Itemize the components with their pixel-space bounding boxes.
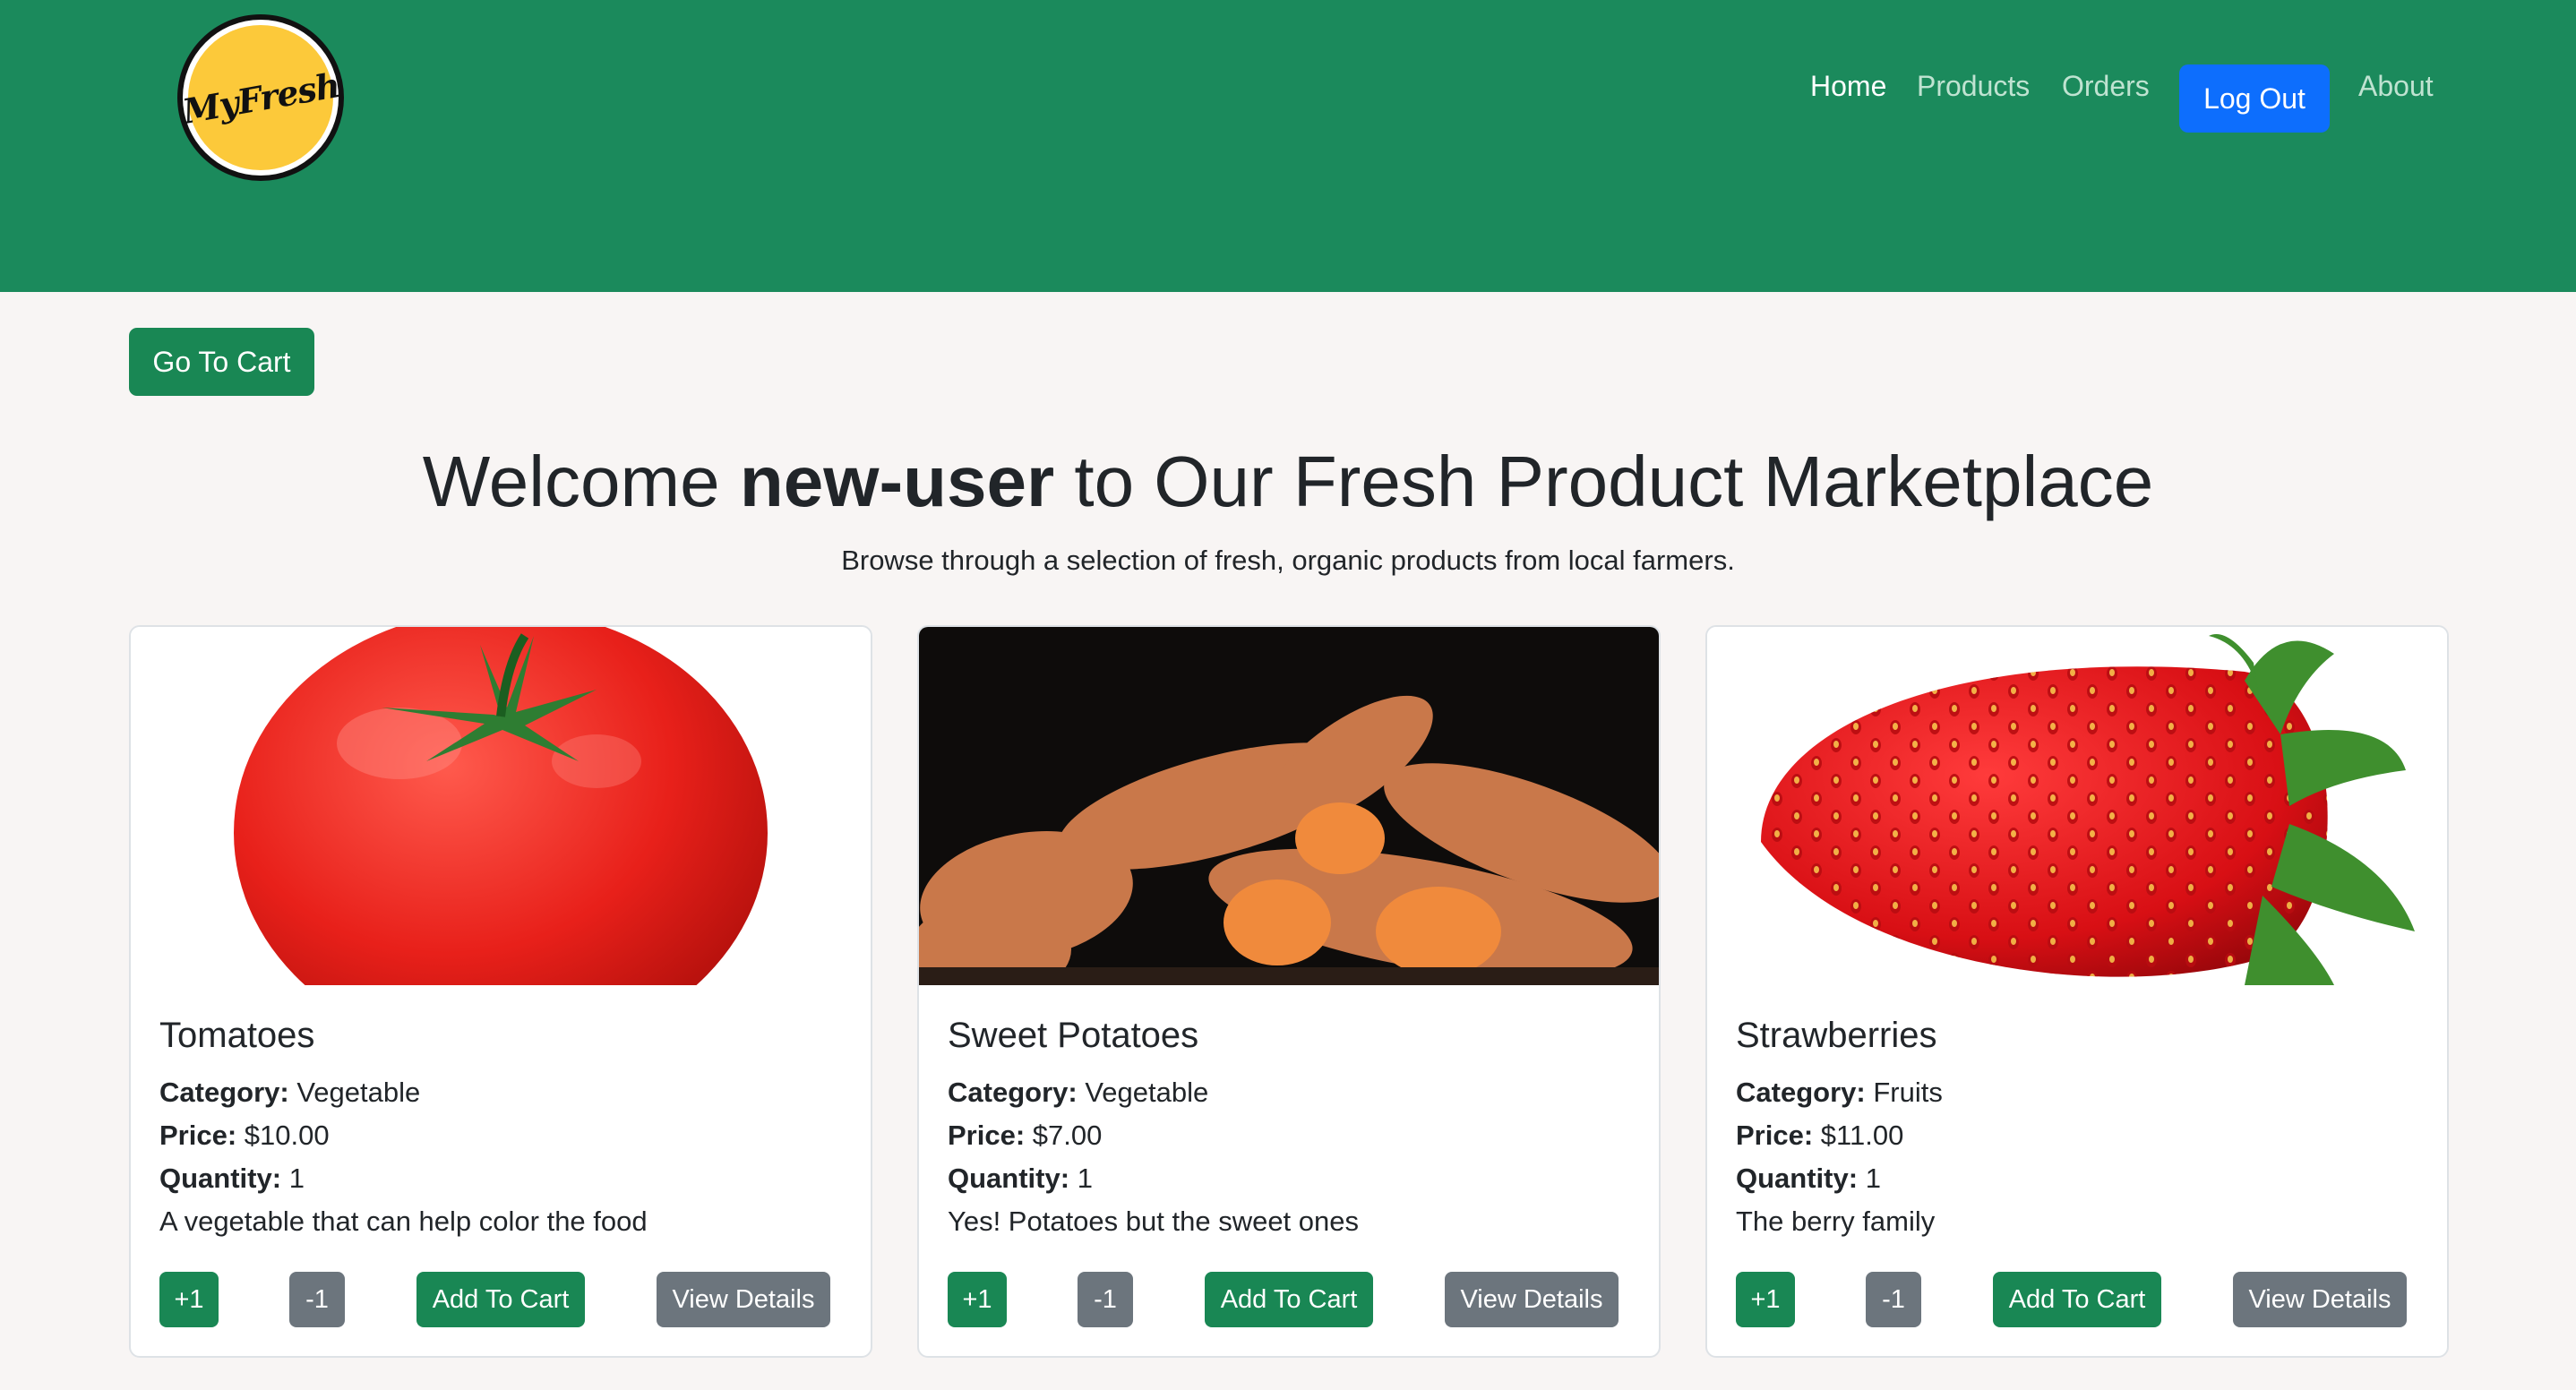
product-category: Category: Vegetable bbox=[948, 1077, 1209, 1108]
nav-home[interactable]: Home bbox=[1810, 68, 1886, 104]
product-card: Sweet Potatoes Category: Vegetable Price… bbox=[917, 625, 1661, 1358]
sweet-potatoes-image bbox=[919, 627, 1659, 985]
product-description: Yes! Potatoes but the sweet ones bbox=[948, 1206, 1360, 1237]
logout-button[interactable]: Log Out bbox=[2179, 64, 2330, 133]
logo-text: MyFresh bbox=[179, 64, 342, 132]
view-details-button[interactable]: View Details bbox=[657, 1272, 830, 1327]
product-name: Tomatoes bbox=[159, 1016, 315, 1055]
nav-about[interactable]: About bbox=[2358, 68, 2434, 104]
product-description: A vegetable that can help color the food bbox=[159, 1206, 648, 1237]
add-to-cart-button[interactable]: Add To Cart bbox=[1205, 1272, 1373, 1327]
product-card: Tomatoes Category: Vegetable Price: $10.… bbox=[129, 625, 872, 1358]
product-price: Price: $10.00 bbox=[159, 1120, 330, 1151]
strawberry-image bbox=[1707, 627, 2447, 985]
product-name: Sweet Potatoes bbox=[948, 1016, 1199, 1055]
product-quantity: Quantity: 1 bbox=[948, 1163, 1093, 1194]
increment-button[interactable]: +1 bbox=[159, 1272, 219, 1327]
product-quantity: Quantity: 1 bbox=[1736, 1163, 1881, 1194]
increment-button[interactable]: +1 bbox=[948, 1272, 1007, 1327]
product-price: Price: $11.00 bbox=[1736, 1120, 1904, 1151]
product-quantity: Quantity: 1 bbox=[159, 1163, 305, 1194]
product-category: Category: Vegetable bbox=[159, 1077, 421, 1108]
product-description: The berry family bbox=[1736, 1206, 1936, 1237]
decrement-button[interactable]: -1 bbox=[1866, 1272, 1921, 1327]
add-to-cart-button[interactable]: Add To Cart bbox=[416, 1272, 585, 1327]
increment-button[interactable]: +1 bbox=[1736, 1272, 1795, 1327]
header-bar: MyFresh Home Products Orders Log Out Abo… bbox=[0, 0, 2576, 292]
tomato-image bbox=[131, 627, 871, 985]
myfresh-logo[interactable]: MyFresh bbox=[177, 14, 344, 181]
go-to-cart-button[interactable]: Go To Cart bbox=[129, 328, 314, 396]
add-to-cart-button[interactable]: Add To Cart bbox=[1993, 1272, 2161, 1327]
product-price: Price: $7.00 bbox=[948, 1120, 1103, 1151]
decrement-button[interactable]: -1 bbox=[289, 1272, 345, 1327]
nav-orders[interactable]: Orders bbox=[2062, 68, 2150, 104]
page-title: Welcome new-user to Our Fresh Product Ma… bbox=[422, 442, 2154, 521]
view-details-button[interactable]: View Details bbox=[2233, 1272, 2407, 1327]
product-name: Strawberries bbox=[1736, 1016, 1937, 1055]
decrement-button[interactable]: -1 bbox=[1078, 1272, 1133, 1327]
username: new-user bbox=[739, 442, 1055, 521]
page-subtitle: Browse through a selection of fresh, org… bbox=[841, 545, 1735, 576]
nav-products[interactable]: Products bbox=[1917, 68, 2030, 104]
product-card: Strawberries Category: Fruits Price: $11… bbox=[1705, 625, 2449, 1358]
product-category: Category: Fruits bbox=[1736, 1077, 1943, 1108]
view-details-button[interactable]: View Details bbox=[1445, 1272, 1619, 1327]
